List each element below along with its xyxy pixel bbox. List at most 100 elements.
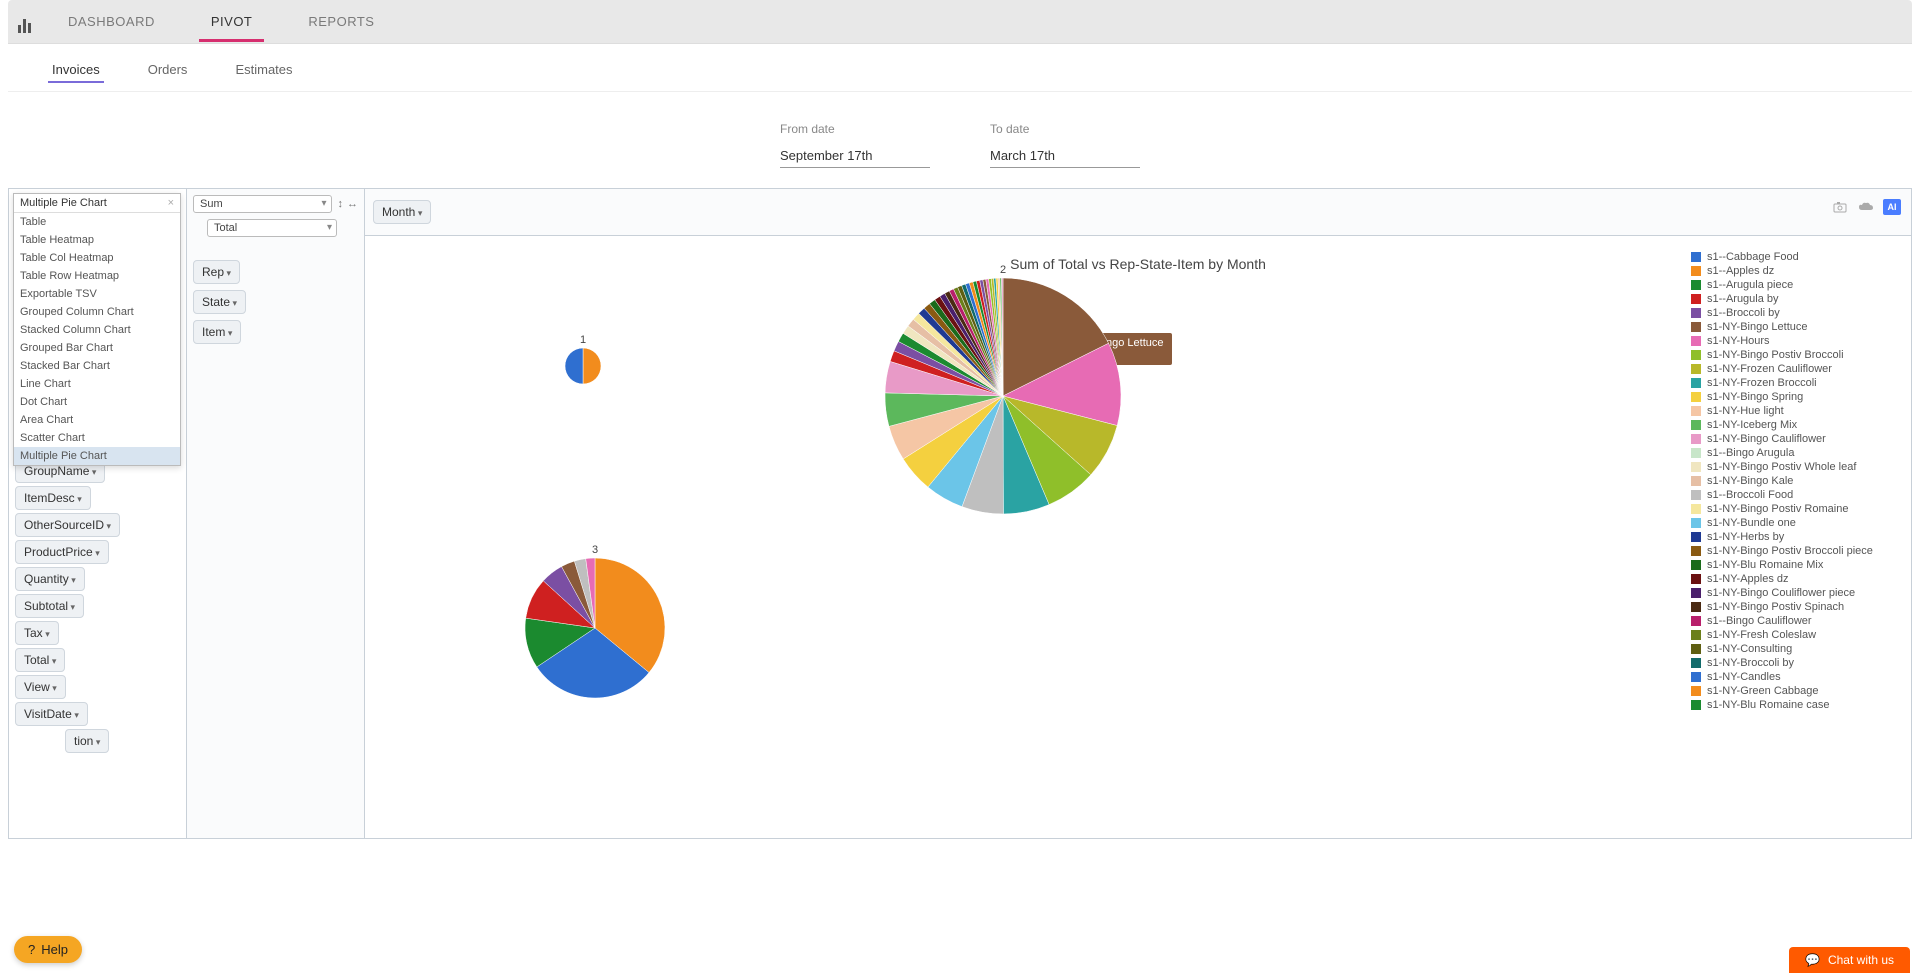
legend-item[interactable]: s1-NY-Green Cabbage	[1691, 685, 1885, 697]
legend-item[interactable]: s1-NY-Bingo Cauliflower	[1691, 433, 1885, 445]
field-productprice[interactable]: ProductPrice	[15, 540, 109, 564]
field-othersourceid[interactable]: OtherSourceID	[15, 513, 120, 537]
legend-item[interactable]: s1-NY-Blu Romaine case	[1691, 699, 1885, 711]
field-tax[interactable]: Tax	[15, 621, 59, 645]
legend-swatch	[1691, 462, 1701, 472]
legend-item[interactable]: s1-NY-Candles	[1691, 671, 1885, 683]
chart-type-option[interactable]: Stacked Column Chart	[14, 321, 180, 339]
legend-item[interactable]: s1-NY-Bingo Postiv Spinach	[1691, 601, 1885, 613]
legend-item[interactable]: s1-NY-Fresh Coleslaw	[1691, 629, 1885, 641]
chart-type-option[interactable]: Table Col Heatmap	[14, 249, 180, 267]
chart-type-option[interactable]: Table Heatmap	[14, 231, 180, 249]
legend-item[interactable]: s1-NY-Bingo Spring	[1691, 391, 1885, 403]
help-button[interactable]: ? Help	[14, 936, 82, 963]
field-itemdesc[interactable]: ItemDesc	[15, 486, 91, 510]
legend-item[interactable]: s1-NY-Bingo Kale	[1691, 475, 1885, 487]
field-view[interactable]: View	[15, 675, 66, 699]
field-total[interactable]: Total	[15, 648, 65, 672]
legend-item[interactable]: s1-NY-Consulting	[1691, 643, 1885, 655]
close-icon[interactable]: ×	[168, 197, 174, 209]
legend-item[interactable]: s1--Bingo Cauliflower	[1691, 615, 1885, 627]
legend-item[interactable]: s1--Arugula by	[1691, 293, 1885, 305]
legend-item[interactable]: s1-NY-Bingo Lettuce	[1691, 321, 1885, 333]
from-date-field[interactable]: From date September 17th	[780, 122, 930, 168]
chart-type-option[interactable]: Grouped Column Chart	[14, 303, 180, 321]
chart-type-option[interactable]: Exportable TSV	[14, 285, 180, 303]
legend-item[interactable]: s1-NY-Iceberg Mix	[1691, 419, 1885, 431]
field-quantity[interactable]: Quantity	[15, 567, 85, 591]
legend-text: s1-NY-Frozen Broccoli	[1707, 377, 1817, 389]
topbar-tab-dashboard[interactable]: DASHBOARD	[60, 2, 163, 41]
legend-text: s1-NY-Green Cabbage	[1707, 685, 1819, 697]
legend-text: s1-NY-Blu Romaine case	[1707, 699, 1829, 711]
pie-3[interactable]	[525, 558, 665, 701]
chat-button[interactable]: 💬 Chat with us	[1789, 947, 1910, 973]
legend-item[interactable]: s1-NY-Bingo Postiv Romaine	[1691, 503, 1885, 515]
legend-text: s1--Bingo Arugula	[1707, 447, 1794, 459]
chart-type-option[interactable]: Grouped Bar Chart	[14, 339, 180, 357]
legend-item[interactable]: s1-NY-Bingo Postiv Broccoli	[1691, 349, 1885, 361]
legend-item[interactable]: s1--Apples dz	[1691, 265, 1885, 277]
chart-type-option[interactable]: Table Row Heatmap	[14, 267, 180, 285]
legend-item[interactable]: s1-NY-Hours	[1691, 335, 1885, 347]
legend-item[interactable]: s1-NY-Bingo Postiv Whole leaf	[1691, 461, 1885, 473]
legend-item[interactable]: s1-NY-Apples dz	[1691, 573, 1885, 585]
subtab-estimates[interactable]: Estimates	[231, 54, 296, 91]
aggregator-func-select[interactable]: Sum	[193, 195, 332, 213]
pie-label: 3	[592, 544, 598, 556]
col-field-month[interactable]: Month	[373, 200, 431, 224]
field-partial[interactable]: tion	[65, 729, 109, 753]
chart-type-option[interactable]: Scatter Chart	[14, 429, 180, 447]
field-visitdate[interactable]: VisitDate	[15, 702, 88, 726]
legend-item[interactable]: s1-NY-Broccoli by	[1691, 657, 1885, 669]
field-subtotal[interactable]: Subtotal	[15, 594, 84, 618]
legend-item[interactable]: s1--Broccoli Food	[1691, 489, 1885, 501]
legend-item[interactable]: s1-NY-Bingo Postiv Broccoli piece	[1691, 545, 1885, 557]
row-field-state[interactable]: State	[193, 290, 246, 314]
legend-scroll[interactable]: s1--Cabbage Food s1--Apples dz s1--Arugula…	[1691, 249, 1891, 769]
camera-icon[interactable]	[1831, 199, 1849, 215]
topbar-tab-pivot[interactable]: PIVOT	[203, 2, 261, 41]
legend-item[interactable]: s1--Cabbage Food	[1691, 251, 1885, 263]
legend-swatch	[1691, 378, 1701, 388]
legend-item[interactable]: s1-NY-Bundle one	[1691, 517, 1885, 529]
legend-item[interactable]: s1-NY-Frozen Cauliflower	[1691, 363, 1885, 375]
legend-item[interactable]: s1--Arugula piece	[1691, 279, 1885, 291]
chart-type-option[interactable]: Table	[14, 213, 180, 231]
legend-text: s1-NY-Bingo Spring	[1707, 391, 1803, 403]
sort-rows-icon[interactable]: ↕	[338, 198, 344, 210]
to-date-label: To date	[990, 122, 1140, 136]
legend-item[interactable]: s1-NY-Frozen Broccoli	[1691, 377, 1885, 389]
chart-type-option[interactable]: Dot Chart	[14, 393, 180, 411]
chart-type-dropdown[interactable]: Multiple Pie Chart × TableTable HeatmapT…	[13, 193, 181, 466]
ai-button[interactable]: AI	[1883, 199, 1901, 215]
aggregator-field-select[interactable]: Total	[207, 219, 337, 237]
chart-type-option[interactable]: Area Chart	[14, 411, 180, 429]
chart-type-selected[interactable]: Multiple Pie Chart ×	[14, 194, 180, 213]
pie-1[interactable]	[565, 348, 601, 387]
topbar-tab-reports[interactable]: REPORTS	[300, 2, 382, 41]
to-date-field[interactable]: To date March 17th	[990, 122, 1140, 168]
from-date-value[interactable]: September 17th	[780, 144, 930, 168]
chart-type-option[interactable]: Stacked Bar Chart	[14, 357, 180, 375]
pie-2[interactable]	[885, 278, 1121, 517]
legend-item[interactable]: s1-NY-Bingo Couliflower piece	[1691, 587, 1885, 599]
legend-swatch	[1691, 448, 1701, 458]
legend-swatch	[1691, 392, 1701, 402]
legend-item[interactable]: s1--Broccoli by	[1691, 307, 1885, 319]
legend-item[interactable]: s1-NY-Hue light	[1691, 405, 1885, 417]
to-date-value[interactable]: March 17th	[990, 144, 1140, 168]
legend-text: s1-NY-Consulting	[1707, 643, 1792, 655]
legend-item[interactable]: s1--Bingo Arugula	[1691, 447, 1885, 459]
subtab-orders[interactable]: Orders	[144, 54, 192, 91]
cloud-icon[interactable]	[1857, 199, 1875, 215]
legend-item[interactable]: s1-NY-Herbs by	[1691, 531, 1885, 543]
chart-type-option[interactable]: Line Chart	[14, 375, 180, 393]
subtab-invoices[interactable]: Invoices	[48, 54, 104, 91]
legend-item[interactable]: s1-NY-Blu Romaine Mix	[1691, 559, 1885, 571]
legend-swatch	[1691, 420, 1701, 430]
chart-type-option[interactable]: Multiple Pie Chart	[14, 447, 180, 465]
row-field-item[interactable]: Item	[193, 320, 241, 344]
row-field-rep[interactable]: Rep	[193, 260, 240, 284]
sort-cols-icon[interactable]: ↔	[347, 198, 358, 210]
